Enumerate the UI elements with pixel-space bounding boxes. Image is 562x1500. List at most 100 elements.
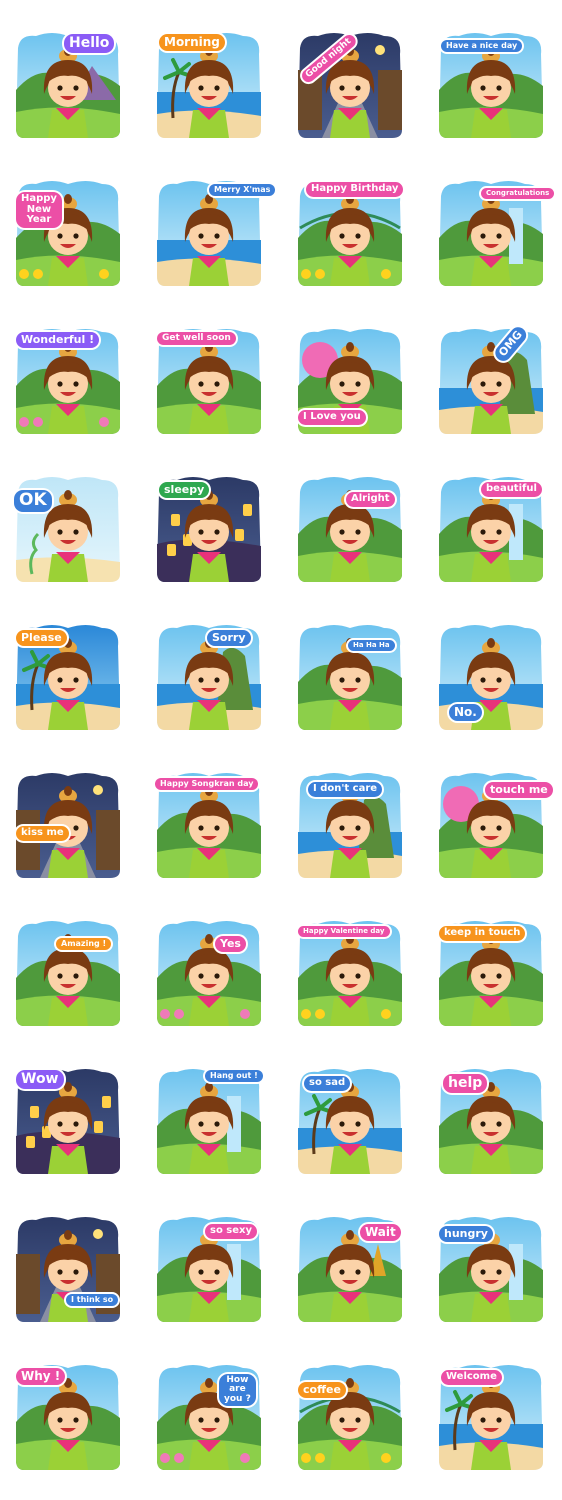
sticker[interactable]: Hang out ! — [153, 1066, 265, 1176]
sticker[interactable]: beautiful — [435, 474, 547, 584]
lantern-icon — [171, 514, 180, 526]
sticker[interactable]: Yes — [153, 918, 265, 1028]
sticker-illustration — [157, 921, 261, 1026]
sticker[interactable]: Why ! — [12, 1362, 124, 1472]
waterfall — [509, 1244, 523, 1300]
sticker[interactable]: How are you ? — [153, 1362, 265, 1472]
sticker-caption: Morning — [159, 34, 225, 51]
flower-icon — [19, 417, 29, 427]
sticker[interactable]: Amazing ! — [12, 918, 124, 1028]
sticker[interactable]: Get well soon — [153, 326, 265, 436]
flower-icon — [174, 1453, 184, 1463]
sticker[interactable]: Merry X'mas — [153, 178, 276, 288]
sticker-caption: kiss me — [16, 826, 69, 841]
sticker-caption: I don't care — [308, 782, 383, 797]
lantern-icon — [243, 504, 252, 516]
sticker[interactable]: touch me — [435, 770, 553, 880]
sticker[interactable]: so sexy — [153, 1214, 265, 1324]
sticker[interactable]: Please — [12, 622, 124, 732]
lantern-icon — [235, 529, 244, 541]
sticker-illustration — [298, 1365, 402, 1470]
sticker[interactable]: Happy Birthday — [294, 178, 406, 288]
sticker-caption: Merry X'mas — [209, 184, 276, 197]
sticker-illustration — [298, 625, 402, 730]
sticker-caption: so sad — [304, 1076, 351, 1091]
flower-icon — [160, 1453, 170, 1463]
sticker-caption: Wonderful ! — [16, 332, 100, 348]
sticker[interactable]: Wonderful ! — [12, 326, 124, 436]
sticker-caption: beautiful — [481, 482, 542, 497]
sticker[interactable]: Alright — [294, 474, 406, 584]
flower-icon — [240, 1453, 250, 1463]
sticker-illustration — [157, 1069, 261, 1174]
sticker-caption: Get well soon — [157, 332, 236, 346]
sticker-caption: How are you ? — [219, 1374, 256, 1407]
sticker[interactable]: OK — [12, 474, 124, 584]
sticker-caption: No. — [449, 704, 482, 721]
sticker[interactable]: I think so — [12, 1214, 124, 1324]
waterfall — [227, 1244, 241, 1300]
lantern-icon — [26, 1136, 35, 1148]
sticker[interactable]: Morning — [153, 30, 265, 140]
sticker-caption: Have a nice day — [441, 40, 523, 53]
lantern-icon — [30, 1106, 39, 1118]
sticker[interactable]: sleepy — [153, 474, 265, 584]
sticker-caption: Happy Valentine day — [298, 926, 390, 938]
flower-icon — [160, 1009, 170, 1019]
sticker-caption: Sorry — [207, 630, 251, 646]
sticker-caption: Happy New Year — [16, 192, 62, 228]
sticker[interactable]: Happy Songkran day — [153, 770, 265, 880]
sticker[interactable]: Good night — [294, 30, 406, 140]
sticker[interactable]: Hello — [12, 30, 124, 140]
sticker[interactable]: so sad — [294, 1066, 406, 1176]
flower-icon — [99, 269, 109, 279]
sticker[interactable]: I don't care — [294, 770, 406, 880]
sticker[interactable]: Wait — [294, 1214, 406, 1324]
sticker[interactable]: Welcome — [435, 1362, 547, 1472]
house — [378, 70, 402, 130]
sticker[interactable]: Have a nice day — [435, 30, 547, 140]
sticker[interactable]: hungry — [435, 1214, 547, 1324]
sticker[interactable]: keep in touch — [435, 918, 547, 1028]
sticker[interactable]: coffee — [294, 1362, 406, 1472]
sticker-caption: Wait — [360, 1224, 401, 1241]
sticker[interactable]: Congratulations — [435, 178, 555, 288]
sticker[interactable]: I Love you — [294, 326, 406, 436]
sticker-caption: Welcome — [441, 1370, 502, 1385]
sticker-illustration — [298, 477, 402, 582]
sticker[interactable]: No. — [435, 622, 547, 732]
flower-icon — [99, 417, 109, 427]
waterfall — [509, 208, 523, 264]
sticker-caption: Happy Songkran day — [155, 778, 259, 791]
sticker-illustration — [16, 921, 120, 1026]
lantern-icon — [167, 544, 176, 556]
flower-icon — [381, 1009, 391, 1019]
house — [96, 810, 120, 870]
sticker-caption: OK — [14, 490, 52, 512]
waterfall — [509, 504, 523, 560]
sticker-caption: keep in touch — [439, 926, 526, 941]
sticker-caption: Happy Birthday — [306, 182, 404, 197]
flower-icon — [240, 1009, 250, 1019]
sticker-caption: Please — [16, 630, 67, 646]
lantern-icon — [94, 1121, 103, 1133]
sticker-caption: Wow — [16, 1070, 64, 1089]
sticker[interactable]: Happy Valentine day — [294, 918, 406, 1028]
sticker[interactable]: Sorry — [153, 622, 265, 732]
sticker-caption: touch me — [485, 782, 553, 798]
flower-icon — [381, 269, 391, 279]
sticker[interactable]: Ha Ha Ha — [294, 622, 406, 732]
sticker[interactable]: OMG — [435, 323, 547, 436]
sticker-caption: Alright — [346, 492, 395, 507]
sticker-caption: Why ! — [16, 1368, 66, 1385]
sticker[interactable]: Wow — [12, 1066, 124, 1176]
sticker[interactable]: Happy New Year — [12, 178, 124, 288]
sticker-caption: Yes — [215, 936, 246, 952]
sticker-caption: Hello — [64, 34, 115, 53]
sticker[interactable]: help — [435, 1066, 547, 1176]
moon-icon — [375, 45, 385, 55]
sticker[interactable]: kiss me — [12, 770, 124, 880]
sticker-caption: sleepy — [159, 482, 210, 498]
sticker-illustration — [439, 329, 543, 434]
sticker-caption: I think so — [66, 1294, 119, 1307]
